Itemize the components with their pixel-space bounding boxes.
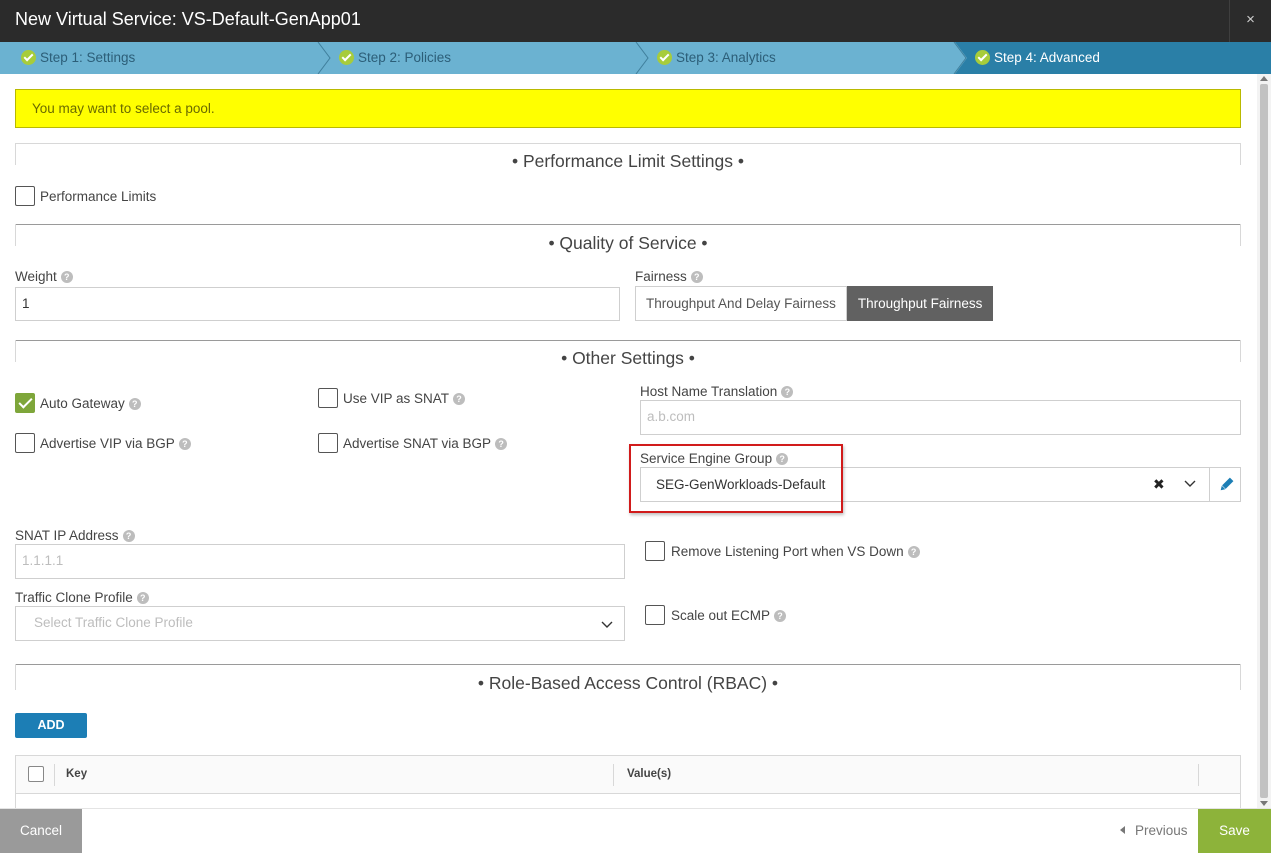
fairness-option-throughput[interactable]: Throughput Fairness <box>846 286 994 321</box>
table-header: Key Value(s) <box>16 756 1240 794</box>
close-icon[interactable]: × <box>1229 0 1271 42</box>
chevron-down-icon[interactable] <box>1184 477 1196 489</box>
dialog-title-bar: New Virtual Service: VS-Default-GenApp01… <box>0 0 1271 42</box>
cancel-button[interactable]: Cancel <box>0 809 82 853</box>
host-name-translation-label: Host Name Translation? <box>640 384 794 399</box>
advertise-vip-bgp-checkbox[interactable] <box>15 433 35 453</box>
fairness-toggle-group: Throughput And Delay Fairness Throughput… <box>635 286 994 321</box>
scale-out-ecmp-label-text: Scale out ECMP <box>671 608 771 623</box>
service-engine-group-label-text: Service Engine Group <box>640 451 773 466</box>
section-divider <box>15 340 1241 341</box>
scale-out-ecmp-label: Scale out ECMP? <box>671 608 787 623</box>
column-divider <box>613 764 614 786</box>
help-icon[interactable]: ? <box>60 271 73 283</box>
advertise-vip-bgp-label: Advertise VIP via BGP? <box>40 436 191 451</box>
scroll-down-icon[interactable] <box>1260 801 1268 806</box>
vertical-scrollbar[interactable] <box>1257 74 1271 808</box>
snat-ip-label-text: SNAT IP Address <box>15 528 119 543</box>
dialog-footer: Cancel Previous Save <box>0 808 1271 853</box>
weight-label: Weight? <box>15 269 73 284</box>
service-engine-group-select[interactable]: SEG-GenWorkloads-Default ✖ <box>640 467 1241 502</box>
step-label: Step 4: Advanced <box>994 50 1100 65</box>
help-icon[interactable]: ? <box>136 592 149 604</box>
wizard-steps: Step 1: Settings Step 2: Policies Step 3… <box>0 42 1271 74</box>
other-section-title: • Other Settings • <box>561 348 695 368</box>
auto-gateway-label-text: Auto Gateway <box>40 396 125 411</box>
advertise-snat-bgp-checkbox[interactable] <box>318 433 338 453</box>
snat-ip-label: SNAT IP Address? <box>15 528 135 543</box>
column-divider <box>1198 764 1199 786</box>
add-button[interactable]: ADD <box>15 713 87 738</box>
advertise-snat-bgp-label: Advertise SNAT via BGP? <box>343 436 508 451</box>
pool-warning-alert: You may want to select a pool. <box>15 89 1241 128</box>
help-icon[interactable]: ? <box>495 438 508 450</box>
help-icon[interactable]: ? <box>774 610 787 622</box>
help-icon[interactable]: ? <box>776 453 789 465</box>
previous-button[interactable]: Previous <box>1120 823 1188 838</box>
clear-selection-icon[interactable]: ✖ <box>1153 476 1165 493</box>
help-icon[interactable]: ? <box>781 386 794 398</box>
traffic-clone-profile-select[interactable]: Select Traffic Clone Profile <box>15 606 625 641</box>
auto-gateway-label: Auto Gateway? <box>40 396 141 411</box>
help-icon[interactable]: ? <box>690 271 703 283</box>
remove-listening-port-checkbox[interactable] <box>645 541 665 561</box>
select-all-checkbox[interactable] <box>28 766 44 782</box>
dialog-title: New Virtual Service: VS-Default-GenApp01 <box>15 9 361 29</box>
service-engine-group-label: Service Engine Group? <box>640 451 789 466</box>
traffic-clone-profile-label-text: Traffic Clone Profile <box>15 590 133 605</box>
help-icon[interactable]: ? <box>122 530 135 542</box>
check-circle-icon <box>21 50 36 65</box>
use-vip-snat-label-text: Use VIP as SNAT <box>343 391 450 406</box>
step-label: Step 2: Policies <box>358 50 452 65</box>
auto-gateway-checkbox[interactable] <box>15 393 35 413</box>
service-engine-group-value: SEG-GenWorkloads-Default <box>656 477 826 492</box>
advertise-vip-bgp-label-text: Advertise VIP via BGP <box>40 436 175 451</box>
performance-section-title: • Performance Limit Settings • <box>511 151 745 171</box>
column-divider <box>54 764 55 786</box>
scroll-up-icon[interactable] <box>1260 76 1268 81</box>
fairness-option-throughput-delay[interactable]: Throughput And Delay Fairness <box>635 286 847 321</box>
help-icon[interactable]: ? <box>453 393 466 405</box>
section-divider <box>15 664 1241 665</box>
caret-left-icon <box>1120 826 1125 834</box>
remove-listening-port-label: Remove Listening Port when VS Down? <box>671 544 920 559</box>
use-vip-snat-checkbox[interactable] <box>318 388 338 408</box>
section-divider <box>15 143 1241 144</box>
scrollbar-thumb[interactable] <box>1260 84 1268 798</box>
section-divider <box>15 224 1241 225</box>
fairness-label: Fairness? <box>635 269 703 284</box>
step-label: Step 1: Settings <box>40 50 136 65</box>
qos-section-title: • Quality of Service • <box>548 233 708 253</box>
column-header-key[interactable]: Key <box>66 768 87 780</box>
check-circle-icon <box>657 50 672 65</box>
performance-limits-checkbox[interactable] <box>15 186 35 206</box>
previous-label: Previous <box>1135 823 1188 838</box>
check-circle-icon <box>339 50 354 65</box>
column-header-values[interactable]: Value(s) <box>627 768 671 780</box>
remove-listening-port-label-text: Remove Listening Port when VS Down <box>671 544 904 559</box>
edit-pencil-icon[interactable] <box>1209 468 1241 501</box>
host-name-translation-input[interactable]: a.b.com <box>640 400 1241 435</box>
check-circle-icon <box>975 50 990 65</box>
scale-out-ecmp-checkbox[interactable] <box>645 605 665 625</box>
help-icon[interactable]: ? <box>178 438 191 450</box>
weight-input[interactable]: 1 <box>15 287 620 321</box>
weight-label-text: Weight <box>15 269 57 284</box>
fairness-label-text: Fairness <box>635 269 687 284</box>
snat-ip-input[interactable]: 1.1.1.1 <box>15 544 625 579</box>
traffic-clone-profile-placeholder: Select Traffic Clone Profile <box>34 615 193 630</box>
save-button[interactable]: Save <box>1198 809 1271 853</box>
step-label: Step 3: Analytics <box>676 50 776 65</box>
performance-limits-label: Performance Limits <box>40 189 157 204</box>
rbac-table: Key Value(s) <box>15 755 1241 808</box>
help-icon[interactable]: ? <box>907 546 920 558</box>
rbac-section-title: • Role-Based Access Control (RBAC) • <box>477 673 779 693</box>
traffic-clone-profile-label: Traffic Clone Profile? <box>15 590 149 605</box>
advertise-snat-bgp-label-text: Advertise SNAT via BGP <box>343 436 492 451</box>
use-vip-snat-label: Use VIP as SNAT? <box>343 391 466 406</box>
chevron-down-icon[interactable] <box>601 618 613 630</box>
host-name-translation-label-text: Host Name Translation <box>640 384 778 399</box>
help-icon[interactable]: ? <box>128 398 141 410</box>
